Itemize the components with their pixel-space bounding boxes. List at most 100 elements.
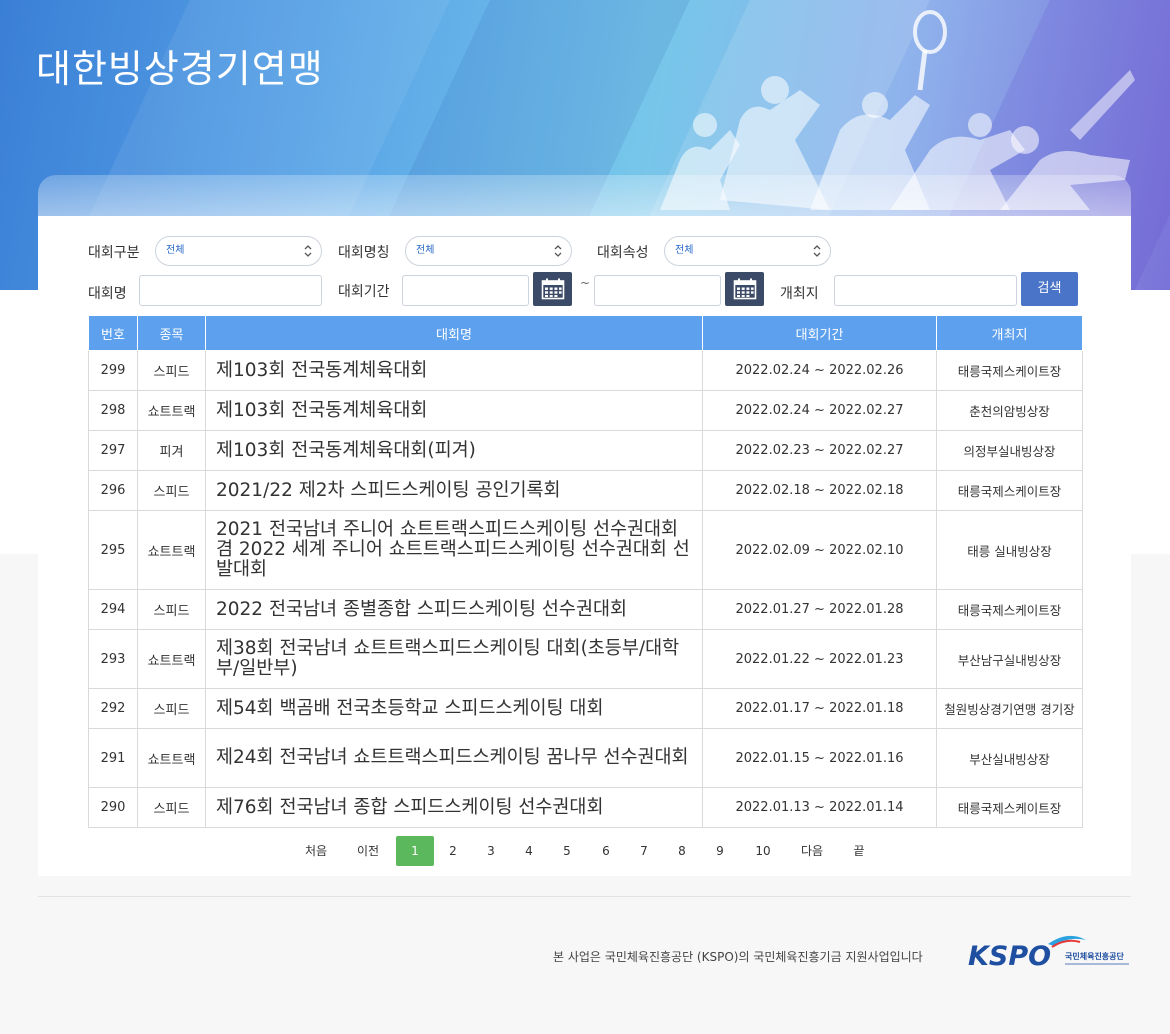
calendar-icon [733, 278, 756, 300]
page-9[interactable]: 9 [709, 836, 731, 866]
row-period: 2022.02.24 ~ 2022.02.27 [702, 390, 937, 431]
row-venue: 태릉국제스케이트장 [936, 470, 1083, 511]
table-row[interactable]: 290 스피드 제76회 전국남녀 종합 스피드스케이팅 선수권대회 2022.… [88, 787, 1083, 828]
row-name-link[interactable]: 제103회 전국동계체육대회(피겨) [205, 430, 703, 471]
attr-label: 대회속성 [597, 245, 649, 261]
row-event: 쇼트트랙 [137, 728, 206, 788]
page-2[interactable]: 2 [442, 836, 464, 866]
row-name-link[interactable]: 2022 전국남녀 종별종합 스피드스케이팅 선수권대회 [205, 589, 703, 630]
calendar-icon [541, 278, 564, 300]
row-period: 2022.02.23 ~ 2022.02.27 [702, 430, 937, 471]
name-input[interactable] [139, 275, 322, 306]
row-name-link[interactable]: 2021 전국남녀 주니어 쇼트트랙스피드스케이팅 선수권대회 겸 2022 세… [205, 510, 703, 590]
page-first[interactable]: 처음 [298, 836, 334, 866]
row-event: 피겨 [137, 430, 206, 471]
kspo-logo-graphic: KSPO 국민체육진흥공단 [968, 935, 1129, 972]
row-event: 스피드 [137, 589, 206, 630]
attr-select-value: 전체 [675, 245, 694, 256]
category-label: 대회구분 [88, 245, 140, 261]
row-no: 296 [88, 470, 138, 511]
name-label: 대회명 [88, 286, 127, 302]
row-event: 스피드 [137, 787, 206, 828]
side-band-left [0, 290, 38, 554]
page-1[interactable]: 1 [396, 836, 434, 866]
header-name: 대회명 [205, 315, 703, 351]
category-select-value: 전체 [166, 245, 185, 256]
page-last[interactable]: 끝 [848, 836, 870, 866]
footer-note: 본 사업은 국민체육진흥공단 (KSPO)의 국민체육진흥기금 지원사업입니다 [553, 950, 923, 964]
period-end-input[interactable] [594, 275, 721, 306]
table-row[interactable]: 293 쇼트트랙 제38회 전국남녀 쇼트트랙스피드스케이팅 대회(초등부/대학… [88, 629, 1083, 689]
row-name-link[interactable]: 제38회 전국남녀 쇼트트랙스피드스케이팅 대회(초등부/대학부/일반부) [205, 629, 703, 689]
period-start-input[interactable] [402, 275, 529, 306]
row-name-link[interactable]: 제24회 전국남녀 쇼트트랙스피드스케이팅 꿈나무 선수권대회 [205, 728, 703, 788]
kspo-logo-sub: 국민체육진흥공단 [1065, 951, 1125, 961]
row-venue: 태릉국제스케이트장 [936, 589, 1083, 630]
row-period: 2022.01.17 ~ 2022.01.18 [702, 688, 937, 729]
row-venue: 철원빙상경기연맹 경기장 [936, 688, 1083, 729]
row-event: 스피드 [137, 688, 206, 729]
updown-chevron-icon [304, 245, 312, 257]
page-8[interactable]: 8 [671, 836, 693, 866]
table-row[interactable]: 298 쇼트트랙 제103회 전국동계체육대회 2022.02.24 ~ 202… [88, 390, 1083, 431]
table-row[interactable]: 297 피겨 제103회 전국동계체육대회(피겨) 2022.02.23 ~ 2… [88, 430, 1083, 471]
row-venue: 태릉국제스케이트장 [936, 787, 1083, 828]
table-row[interactable]: 291 쇼트트랙 제24회 전국남녀 쇼트트랙스피드스케이팅 꿈나무 선수권대회… [88, 728, 1083, 788]
row-venue: 의정부실내빙상장 [936, 430, 1083, 471]
page-title: 대한빙상경기연맹 [36, 47, 324, 91]
row-period: 2022.01.22 ~ 2022.01.23 [702, 629, 937, 689]
period-separator: ~ [580, 276, 591, 290]
footer-divider [38, 896, 1131, 897]
row-no: 292 [88, 688, 138, 729]
header-no: 번호 [88, 315, 138, 351]
category-select[interactable]: 전체 [155, 236, 322, 266]
row-no: 293 [88, 629, 138, 689]
table-row[interactable]: 292 스피드 제54회 백곰배 전국초등학교 스피드스케이팅 대회 2022.… [88, 688, 1083, 729]
row-period: 2022.02.18 ~ 2022.02.18 [702, 470, 937, 511]
page-next[interactable]: 다음 [796, 836, 828, 866]
row-no: 290 [88, 787, 138, 828]
name-type-select-value: 전체 [416, 245, 435, 256]
updown-chevron-icon [554, 245, 562, 257]
page-prev[interactable]: 이전 [350, 836, 386, 866]
page-6[interactable]: 6 [595, 836, 617, 866]
row-event: 스피드 [137, 470, 206, 511]
row-name-link[interactable]: 제103회 전국동계체육대회 [205, 390, 703, 431]
name-type-select[interactable]: 전체 [405, 236, 572, 266]
row-name-link[interactable]: 2021/22 제2차 스피드스케이팅 공인기록회 [205, 470, 703, 511]
attr-select[interactable]: 전체 [664, 236, 831, 266]
row-no: 299 [88, 350, 138, 391]
header-event: 종목 [137, 315, 206, 351]
row-period: 2022.01.27 ~ 2022.01.28 [702, 589, 937, 630]
updown-chevron-icon [813, 245, 821, 257]
period-start-calendar-button[interactable] [533, 272, 572, 306]
row-venue: 부산남구실내빙상장 [936, 629, 1083, 689]
header-period: 대회기간 [702, 315, 937, 351]
row-no: 291 [88, 728, 138, 788]
row-venue: 태릉 실내빙상장 [936, 510, 1083, 590]
search-button[interactable]: 검색 [1021, 272, 1078, 306]
page-10[interactable]: 10 [750, 836, 776, 866]
row-venue: 태릉국제스케이트장 [936, 350, 1083, 391]
table-row[interactable]: 299 스피드 제103회 전국동계체육대회 2022.02.24 ~ 2022… [88, 350, 1083, 391]
venue-input[interactable] [834, 275, 1017, 306]
period-end-calendar-button[interactable] [725, 272, 764, 306]
row-name-link[interactable]: 제76회 전국남녀 종합 스피드스케이팅 선수권대회 [205, 787, 703, 828]
page-7[interactable]: 7 [633, 836, 655, 866]
row-event: 스피드 [137, 350, 206, 391]
name-type-label: 대회명칭 [338, 245, 390, 261]
row-venue: 부산실내빙상장 [936, 728, 1083, 788]
kspo-logo: KSPO 국민체육진흥공단 [968, 932, 1133, 972]
row-event: 쇼트트랙 [137, 510, 206, 590]
table-row[interactable]: 294 스피드 2022 전국남녀 종별종합 스피드스케이팅 선수권대회 202… [88, 589, 1083, 630]
page-5[interactable]: 5 [556, 836, 578, 866]
table-row[interactable]: 295 쇼트트랙 2021 전국남녀 주니어 쇼트트랙스피드스케이팅 선수권대회… [88, 510, 1083, 590]
table-row[interactable]: 296 스피드 2021/22 제2차 스피드스케이팅 공인기록회 2022.0… [88, 470, 1083, 511]
competition-table: 번호 종목 대회명 대회기간 개최지 299 스피드 제103회 전국동계체육대… [88, 315, 1083, 828]
table-header-row: 번호 종목 대회명 대회기간 개최지 [88, 315, 1083, 351]
row-name-link[interactable]: 제103회 전국동계체육대회 [205, 350, 703, 391]
page-4[interactable]: 4 [518, 836, 540, 866]
row-name-link[interactable]: 제54회 백곰배 전국초등학교 스피드스케이팅 대회 [205, 688, 703, 729]
page-3[interactable]: 3 [480, 836, 502, 866]
period-label: 대회기간 [338, 284, 390, 300]
